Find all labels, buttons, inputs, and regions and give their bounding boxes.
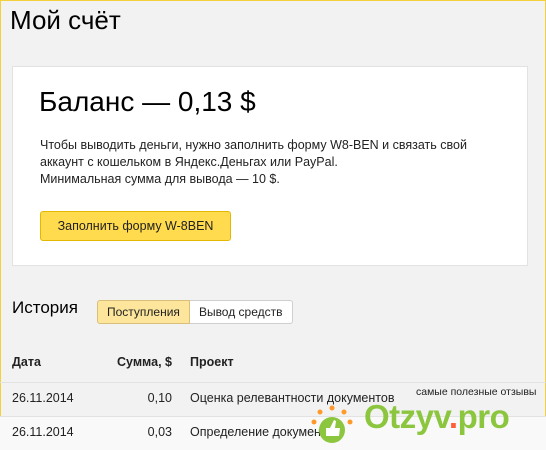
balance-line: Чтобы выводить деньги, нужно заполнить ф… — [40, 138, 467, 152]
column-header-date[interactable]: Дата — [12, 355, 41, 369]
tab-income[interactable]: Поступления — [97, 300, 190, 324]
row-date: 26.11.2014 — [12, 391, 74, 405]
logo-dot: . — [448, 398, 458, 435]
row-date: 26.11.2014 — [12, 425, 74, 439]
column-header-project[interactable]: Проект — [190, 355, 404, 369]
history-tabs: Поступления Вывод средств — [97, 300, 293, 324]
fill-w8ben-button[interactable]: Заполнить форму W-8BEN — [40, 211, 231, 241]
logo-tld: pro — [457, 398, 510, 435]
logo-main: Otzyv — [364, 398, 449, 435]
thumbs-up-icon — [311, 405, 353, 443]
tab-withdrawals[interactable]: Вывод средств — [189, 300, 293, 324]
history-title: История — [12, 298, 78, 317]
balance-line: Минимальная сумма для вывода — 10 $. — [40, 172, 280, 186]
balance-card: Баланс — 0,13 $ Чтобы выводить деньги, н… — [12, 66, 528, 266]
page-title: Мой счёт — [10, 5, 121, 35]
row-sum: 0,03 — [147, 425, 172, 439]
column-header-sum[interactable]: Сумма, $ — [100, 355, 172, 369]
balance-line: аккаунт с кошельком в Яндекс.Деньгах или… — [40, 155, 338, 169]
table-header: Дата Сумма, $ Проект — [0, 344, 546, 382]
watermark-logo: Otzyv.pro — [364, 398, 510, 436]
watermark: самые полезные отзывы Otzyv.pro — [300, 382, 546, 446]
balance-description: Чтобы выводить деньги, нужно заполнить ф… — [40, 137, 500, 188]
balance-heading: Баланс — 0,13 $ — [39, 86, 256, 117]
row-sum: 0,10 — [147, 391, 172, 405]
watermark-tagline: самые полезные отзывы — [416, 386, 537, 398]
